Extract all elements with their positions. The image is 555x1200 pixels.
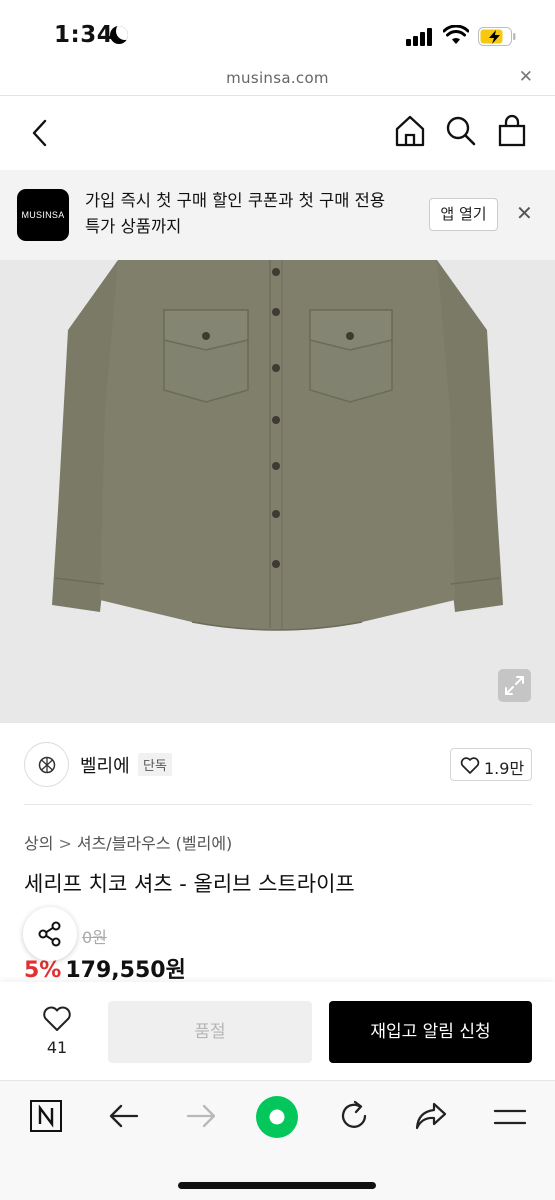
breadcrumb-separator: > xyxy=(58,834,72,853)
brand-emblem-icon xyxy=(38,756,56,774)
musinsa-logo: MUSINSA xyxy=(17,189,69,241)
back-arrow-icon[interactable] xyxy=(28,118,52,148)
app-promo-banner: MUSINSA 가입 즉시 첫 구매 할인 쿠폰과 첫 구매 전용 특가 상품까… xyxy=(0,170,555,260)
cellular-signal-icon xyxy=(406,28,436,46)
open-app-button[interactable]: 앱 열기 xyxy=(429,198,498,231)
shopping-bag-icon[interactable] xyxy=(497,114,527,148)
menu-icon[interactable] xyxy=(493,1107,527,1127)
original-price: 0원 xyxy=(82,928,107,947)
category-breadcrumb: 상의 > 셔츠/블라우스 (벨리에) xyxy=(24,830,232,854)
browser-toolbar xyxy=(0,1080,555,1200)
moon-icon xyxy=(110,26,128,44)
share-nodes-icon xyxy=(38,921,61,947)
restock-alert-button[interactable]: 재입고 알림 신청 xyxy=(329,1001,532,1063)
search-icon[interactable] xyxy=(445,114,477,148)
breadcrumb-category[interactable]: 상의 xyxy=(24,834,53,853)
breadcrumb-subcategory[interactable]: 셔츠/블라우스 (벨리에) xyxy=(77,834,232,853)
home-icon[interactable] xyxy=(394,114,426,148)
green-dot-icon[interactable] xyxy=(256,1096,298,1138)
sale-price: 179,550원 xyxy=(65,958,186,983)
url-bar[interactable]: musinsa.com ✕ xyxy=(0,62,555,96)
share-icon[interactable] xyxy=(414,1101,448,1131)
status-bar: 1:34 xyxy=(0,0,555,70)
site-header xyxy=(0,96,555,170)
discount-rate: 5% xyxy=(24,958,62,983)
share-button[interactable] xyxy=(23,907,77,961)
product-image[interactable] xyxy=(0,260,555,723)
naver-icon[interactable] xyxy=(29,1099,63,1133)
wifi-icon xyxy=(443,25,469,44)
shirt-illustration xyxy=(52,260,503,631)
soldout-button[interactable]: 품절 xyxy=(108,1001,312,1063)
expand-icon xyxy=(505,676,524,695)
promo-message: 가입 즉시 첫 구매 할인 쿠폰과 첫 구매 전용 특가 상품까지 xyxy=(85,191,386,236)
heart-icon xyxy=(43,1006,71,1031)
divider xyxy=(24,804,532,805)
exclusive-badge: 단독 xyxy=(138,753,172,776)
close-tab-icon[interactable]: ✕ xyxy=(519,67,533,87)
brand-row: 벨리에 단독 1.9만 xyxy=(0,723,555,805)
heart-icon xyxy=(460,757,480,774)
wish-count: 41 xyxy=(46,1038,68,1057)
close-promo-icon[interactable]: ✕ xyxy=(516,201,533,225)
battery-icon xyxy=(478,27,516,46)
brand-logo[interactable] xyxy=(24,742,69,787)
home-indicator xyxy=(178,1182,376,1189)
expand-image-button[interactable] xyxy=(498,669,531,702)
back-icon[interactable] xyxy=(108,1102,140,1130)
brand-like-count: 1.9만 xyxy=(484,759,525,778)
status-time: 1:34 xyxy=(54,22,114,48)
brand-like-button[interactable]: 1.9만 xyxy=(450,748,532,781)
product-title: 세리프 치코 셔츠 - 올리브 스트라이프 xyxy=(24,872,355,896)
forward-icon[interactable] xyxy=(185,1102,217,1130)
brand-name[interactable]: 벨리에 xyxy=(80,752,130,778)
wishlist-button[interactable]: 41 xyxy=(24,1002,90,1064)
refresh-icon[interactable] xyxy=(338,1099,370,1133)
url-text[interactable]: musinsa.com xyxy=(0,69,555,87)
purchase-action-bar: 41 품절 재입고 알림 신청 xyxy=(0,982,555,1080)
